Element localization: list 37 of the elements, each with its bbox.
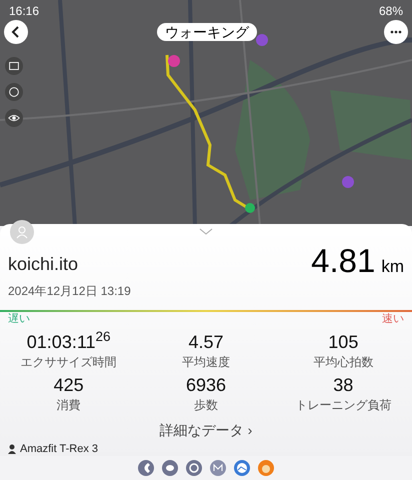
distance-unit: km [381, 256, 404, 278]
stat-value: 38 [333, 374, 354, 396]
map-layer-icon [7, 59, 21, 73]
stat-label: トレーニング負荷 [295, 397, 392, 414]
stat-value: 6936 [186, 374, 226, 396]
user-name: koichi.ito [8, 252, 78, 276]
gallery-app-button[interactable] [234, 460, 250, 476]
stat-label: 平均速度 [182, 354, 230, 371]
avatar [10, 220, 34, 244]
stat-value: 425 [54, 374, 84, 396]
stat-value: 01:03:11$^{26}$ [26, 331, 111, 353]
details-link[interactable]: 詳細なデータ › [160, 420, 252, 441]
more-icon [390, 30, 402, 34]
stat-label: 消費 [56, 397, 81, 414]
gallery-icon [234, 460, 250, 476]
stat-label: 平均心拍数 [313, 354, 374, 371]
stat-value: 4.57 [188, 331, 224, 353]
stat-label: 歩数 [194, 397, 218, 414]
workout-date: 2024年12月12日 13:19 [7, 282, 132, 300]
stat-label: エクササイズ時間 [20, 354, 117, 371]
collapse-chevron-icon[interactable] [199, 228, 213, 235]
battery-level: 68% [378, 3, 403, 20]
phone-app-button[interactable] [138, 460, 154, 476]
distance-value: 4.81 [311, 244, 376, 278]
status-time: 16:16 [9, 3, 40, 20]
slow-label: 遅い [8, 312, 30, 326]
browser-app-button[interactable] [186, 460, 202, 476]
person-icon [8, 444, 16, 454]
phone-icon [142, 463, 150, 473]
device-name: Amazfit T-Rex 3 [20, 443, 98, 455]
screen-title: ウォーキング [157, 23, 257, 41]
back-icon [11, 26, 21, 38]
chat-app-button[interactable] [162, 460, 178, 476]
compass-icon [7, 85, 21, 99]
stat-value: 105 [328, 331, 358, 353]
fast-label: 速い [382, 312, 404, 326]
mail-app-button[interactable] [210, 460, 226, 476]
